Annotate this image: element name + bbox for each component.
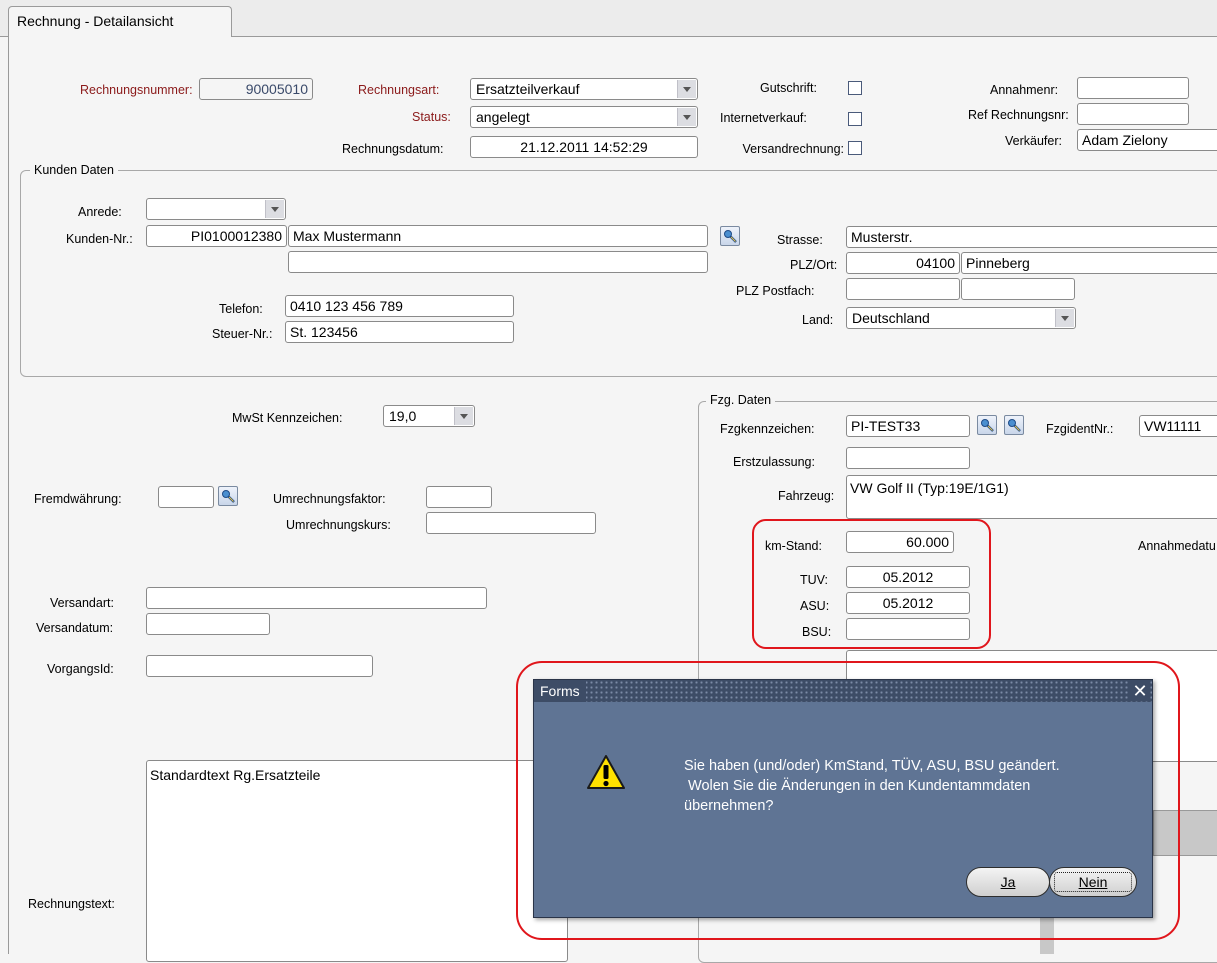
kundenname-field[interactable]: Max Mustermann — [288, 225, 708, 247]
plz-postfach-label: PLZ Postfach: — [736, 284, 815, 298]
highlight-km-tuv-asu-bsu — [752, 519, 991, 649]
erstzulassung-field[interactable] — [846, 447, 970, 469]
umrechnungskurs-label: Umrechnungskurs: — [286, 518, 391, 532]
rechnungstext-label: Rechnungstext: — [28, 897, 115, 911]
chevron-down-icon[interactable] — [677, 108, 696, 126]
fzgkennzeichen-label: Fzgkennzeichen: — [720, 422, 815, 436]
internetverkauf-label: Internetverkauf: — [720, 111, 807, 125]
plz-field[interactable]: 04100 — [846, 252, 960, 274]
rechnungsnummer-label: Rechnungsnummer: — [80, 83, 193, 97]
highlight-dialog — [516, 661, 1180, 940]
umrechnungsfaktor-field[interactable] — [426, 486, 492, 508]
strasse-field[interactable]: Musterstr. — [846, 226, 1217, 248]
wrench-search-icon — [981, 419, 994, 432]
status-select[interactable]: angelegt — [470, 106, 698, 128]
mwst-select[interactable]: 19,0 — [383, 405, 475, 427]
strasse-label: Strasse: — [777, 233, 823, 247]
kundennr-label: Kunden-Nr.: — [66, 232, 133, 246]
versandrechnung-checkbox[interactable] — [848, 141, 862, 155]
vorgangsid-label: VorgangsId: — [47, 662, 114, 676]
wrench-search-icon — [1008, 419, 1021, 432]
fzg-lov-button-1[interactable] — [977, 415, 997, 435]
ort-field[interactable]: Pinneberg — [961, 252, 1217, 274]
annahmedatum-label: Annahmedatu — [1138, 539, 1216, 553]
versandart-field[interactable] — [146, 587, 487, 609]
rechnungsart-label: Rechnungsart: — [358, 83, 440, 97]
plzort-label: PLZ/Ort: — [790, 258, 838, 272]
land-select[interactable]: Deutschland — [846, 307, 1076, 329]
versandart-label: Versandart: — [50, 596, 114, 610]
rechnungstext-area[interactable]: Standardtext Rg.Ersatzteile — [146, 760, 568, 962]
mwst-value: 19,0 — [389, 408, 417, 424]
chevron-down-icon[interactable] — [1055, 309, 1074, 327]
annahmenr-label: Annahmenr: — [990, 83, 1059, 97]
land-value: Deutschland — [852, 310, 930, 326]
telefon-field[interactable]: 0410 123 456 789 — [285, 295, 514, 317]
wrench-search-icon — [724, 230, 737, 243]
kunden-lov-button[interactable] — [720, 226, 740, 246]
verkaeufer-field[interactable]: Adam Zielony — [1077, 129, 1217, 151]
annahmenr-field[interactable] — [1077, 77, 1189, 99]
fzg-lov-button-2[interactable] — [1004, 415, 1024, 435]
fzgidentnr-field[interactable]: VW11111 — [1139, 415, 1217, 437]
postfach-field[interactable] — [961, 278, 1075, 300]
ref-rechnungsnr-field[interactable] — [1077, 103, 1189, 125]
rechnungsnummer-field[interactable]: 90005010 — [199, 78, 313, 100]
status-value: angelegt — [476, 109, 530, 125]
fzgidentnr-label: FzgidentNr.: — [1046, 422, 1114, 436]
erstzulassung-label: Erstzulassung: — [733, 455, 815, 469]
telefon-label: Telefon: — [219, 302, 263, 316]
fzgkennzeichen-field[interactable]: PI-TEST33 — [846, 415, 970, 437]
verkaeufer-label: Verkäufer: — [1005, 134, 1062, 148]
umrechnungsfaktor-label: Umrechnungsfaktor: — [273, 492, 386, 506]
umrechnungskurs-field[interactable] — [426, 512, 596, 534]
tab-label: Rechnung - Detailansicht — [17, 13, 174, 29]
versanddatum-label: Versandatum: — [36, 621, 114, 635]
wrench-search-icon — [222, 490, 235, 503]
ref-rechnungsnr-label: Ref Rechnungsnr: — [968, 108, 1069, 122]
rechnungsart-value: Ersatzteilverkauf — [476, 81, 580, 97]
versandrechnung-label-clip: Versandrechnung: — [700, 142, 844, 160]
fremdwaehrung-lov-button[interactable] — [218, 486, 238, 506]
anrede-select[interactable] — [146, 198, 286, 220]
kunden-daten-title: Kunden Daten — [30, 163, 118, 177]
kundennr-field[interactable]: PI0100012380 — [146, 225, 287, 247]
versanddatum-field[interactable] — [146, 613, 270, 635]
plz-postfach-field[interactable] — [846, 278, 960, 300]
versandrechnung-label: Versandrechnung: — [742, 142, 844, 156]
land-label: Land: — [802, 313, 834, 327]
rechnungsart-select[interactable]: Ersatzteilverkauf — [470, 78, 698, 100]
chevron-down-icon[interactable] — [454, 407, 473, 425]
fzg-daten-title: Fzg. Daten — [706, 393, 776, 407]
steuernr-field[interactable]: St. 123456 — [285, 321, 514, 343]
vorgangsid-field[interactable] — [146, 655, 373, 677]
gutschrift-checkbox[interactable] — [848, 81, 862, 95]
chevron-down-icon[interactable] — [677, 80, 696, 98]
kundenname2-field[interactable] — [288, 251, 708, 273]
left-frame-border — [8, 36, 9, 954]
rechnungstext-value: Standardtext Rg.Ersatzteile — [150, 767, 321, 783]
fahrzeug-label: Fahrzeug: — [778, 489, 835, 503]
anrede-label: Anrede: — [78, 205, 122, 219]
fahrzeug-field[interactable]: VW Golf II (Typ:19E/1G1) — [846, 475, 1217, 519]
tab-rechnung-detail[interactable]: Rechnung - Detailansicht — [8, 6, 232, 37]
chevron-down-icon[interactable] — [265, 200, 284, 218]
rechnungsdatum-label: Rechnungsdatum: — [342, 142, 444, 156]
fahrzeug-value: VW Golf II (Typ:19E/1G1) — [850, 480, 1009, 496]
status-label: Status: — [412, 110, 451, 124]
fremdwaehrung-field[interactable] — [158, 486, 214, 508]
mwst-label: MwSt Kennzeichen: — [232, 411, 343, 425]
gutschrift-label: Gutschrift: — [760, 81, 817, 95]
fremdwaehrung-label: Fremdwährung: — [34, 492, 122, 506]
steuernr-label: Steuer-Nr.: — [212, 327, 273, 341]
internetverkauf-checkbox[interactable] — [848, 112, 862, 126]
rechnungsdatum-field[interactable]: 21.12.2011 14:52:29 — [470, 136, 698, 158]
